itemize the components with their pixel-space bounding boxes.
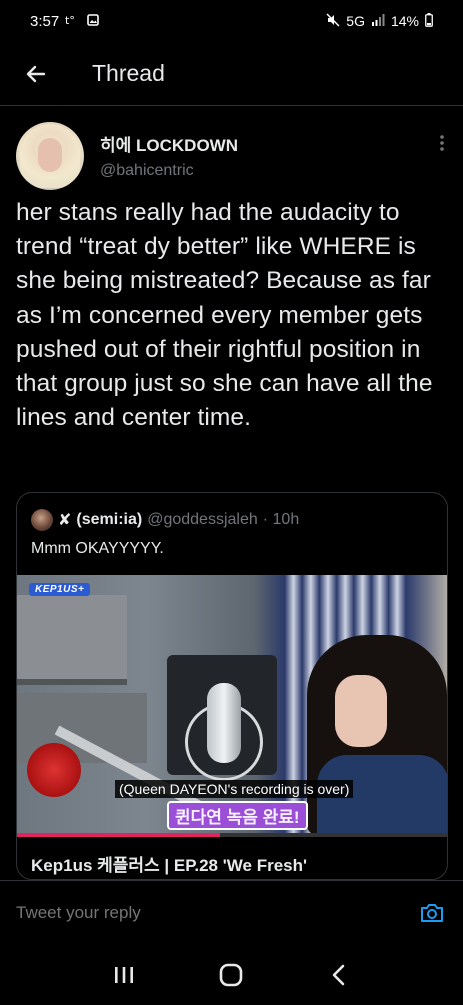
- camera-icon[interactable]: [415, 896, 449, 930]
- video-caption-korean: 퀸다연 녹음 완료!: [167, 801, 308, 830]
- mute-icon: [326, 12, 340, 30]
- author-avatar[interactable]: [16, 122, 84, 190]
- status-right: 5G 14%: [326, 12, 433, 30]
- video-logo: KEP1US+: [29, 583, 91, 596]
- back-arrow-icon: [26, 65, 46, 82]
- gallery-icon: [87, 13, 100, 29]
- quoted-author-avatar: [31, 509, 53, 531]
- quoted-link-title[interactable]: Kep1us 케플러스 | EP.28 'We Fresh': [31, 851, 307, 876]
- tweet-author[interactable]: 히에 LOCKDOWN @bahicentric: [100, 131, 238, 180]
- recents-icon: [114, 966, 133, 983]
- thread-header: Thread: [0, 42, 463, 106]
- system-nav-bar: [0, 944, 463, 1005]
- notification-icon: t°: [65, 14, 81, 29]
- quoted-tweet[interactable]: ✘ (semi:ia) @goddessjaleh · 10h Mmm OKAY…: [16, 492, 448, 880]
- reply-bar: [0, 880, 463, 944]
- battery-percent: 14%: [390, 13, 419, 29]
- network-label: 5G: [346, 13, 365, 29]
- home-button[interactable]: [211, 955, 251, 995]
- quoted-tweet-text: Mmm OKAYYYYY.: [31, 540, 164, 557]
- status-bar: 3:57 t° 5G 14%: [0, 0, 463, 42]
- battery-icon: [425, 12, 433, 30]
- quoted-tweet-time: · 10h: [262, 511, 300, 528]
- video-progress-bar: [17, 833, 447, 837]
- home-icon: [220, 963, 243, 986]
- system-back-button[interactable]: [319, 955, 359, 995]
- video-caption-english: (Queen DAYEON's recording is over): [115, 780, 354, 798]
- back-icon: [332, 964, 345, 985]
- status-time: 3:57: [30, 12, 60, 30]
- quoted-video-thumbnail[interactable]: KEP1US+ (Queen DAYEON's recording is ove…: [17, 575, 447, 837]
- back-button[interactable]: [16, 54, 56, 94]
- author-handle[interactable]: @bahicentric: [100, 162, 238, 180]
- page-title: Thread: [92, 60, 165, 86]
- reply-input[interactable]: [16, 902, 376, 923]
- quoted-tweet-header: ✘ (semi:ia) @goddessjaleh · 10h: [31, 509, 299, 531]
- tweet-text: her stans really had the audacity to tre…: [16, 199, 433, 432]
- author-display-name[interactable]: 히에 LOCKDOWN: [100, 131, 238, 156]
- quoted-author-handle: @goddessjaleh: [147, 511, 258, 528]
- quoted-author-name: (semi:ia): [76, 511, 143, 528]
- microphone-image: [207, 683, 241, 763]
- video-progress-fill: [17, 833, 221, 837]
- svg-text:t°: t°: [65, 14, 75, 26]
- recents-button[interactable]: [104, 955, 144, 995]
- x-icon: ✘: [58, 512, 72, 529]
- more-options-icon[interactable]: [439, 134, 445, 152]
- signal-icon: [371, 13, 385, 29]
- status-left: 3:57 t°: [30, 12, 100, 30]
